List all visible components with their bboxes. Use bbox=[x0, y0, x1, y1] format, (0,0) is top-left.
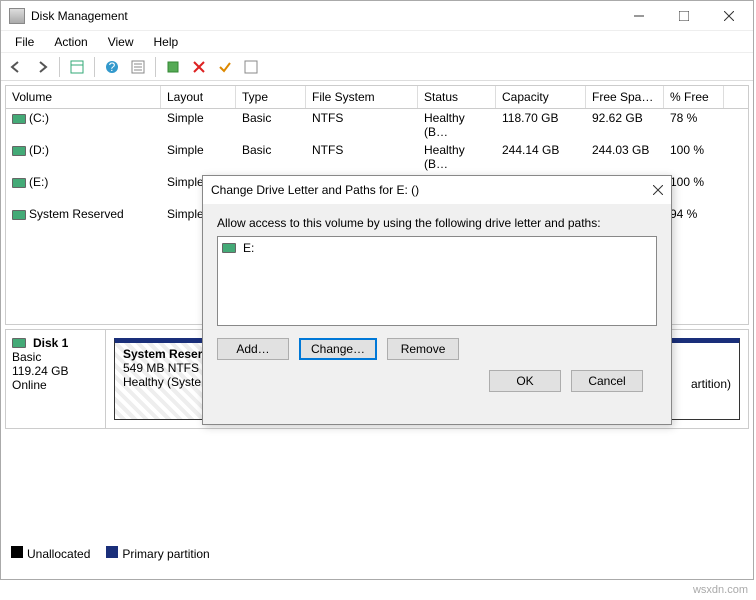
close-button[interactable] bbox=[706, 2, 751, 30]
titlebar: Disk Management bbox=[1, 1, 753, 31]
delete-icon[interactable] bbox=[188, 56, 210, 78]
refresh-icon[interactable] bbox=[162, 56, 184, 78]
table-row[interactable]: (C:)SimpleBasicNTFSHealthy (B…118.70 GB9… bbox=[6, 109, 748, 141]
check-icon[interactable] bbox=[214, 56, 236, 78]
col-capacity[interactable]: Capacity bbox=[496, 86, 586, 108]
minimize-button[interactable] bbox=[616, 2, 661, 30]
legend-unallocated: Unallocated bbox=[27, 547, 90, 561]
menu-view[interactable]: View bbox=[98, 33, 144, 51]
drive-icon bbox=[12, 146, 26, 156]
toolbar: ? bbox=[1, 53, 753, 81]
add-button[interactable]: Add… bbox=[217, 338, 289, 360]
disk-size: 119.24 GB bbox=[12, 364, 99, 378]
menu-help[interactable]: Help bbox=[144, 33, 189, 51]
cancel-button[interactable]: Cancel bbox=[571, 370, 643, 392]
part1-name: System Reser bbox=[123, 347, 202, 361]
watermark: wsxdn.com bbox=[693, 584, 748, 596]
app-icon bbox=[9, 8, 25, 24]
table-row[interactable]: (D:)SimpleBasicNTFSHealthy (B…244.14 GB2… bbox=[6, 141, 748, 173]
dialog-title: Change Drive Letter and Paths for E: () bbox=[211, 183, 653, 197]
disk-type: Basic bbox=[12, 350, 99, 364]
disk-icon bbox=[12, 338, 26, 348]
dialog-paths-list[interactable]: E: bbox=[217, 236, 657, 326]
swatch-unallocated bbox=[11, 546, 23, 558]
disk-label: Disk 1 bbox=[33, 336, 68, 350]
col-fs[interactable]: File System bbox=[306, 86, 418, 108]
maximize-button[interactable] bbox=[661, 2, 706, 30]
dialog-entry: E: bbox=[243, 241, 254, 255]
drive-icon bbox=[222, 243, 236, 253]
back-button[interactable] bbox=[5, 56, 27, 78]
col-layout[interactable]: Layout bbox=[161, 86, 236, 108]
menu-action[interactable]: Action bbox=[44, 33, 97, 51]
col-type[interactable]: Type bbox=[236, 86, 306, 108]
change-drive-letter-dialog: Change Drive Letter and Paths for E: () … bbox=[202, 175, 672, 425]
col-free[interactable]: Free Spa… bbox=[586, 86, 664, 108]
col-volume[interactable]: Volume bbox=[6, 86, 161, 108]
properties-icon[interactable] bbox=[127, 56, 149, 78]
swatch-primary bbox=[106, 546, 118, 558]
col-pfree[interactable]: % Free bbox=[664, 86, 724, 108]
ok-button[interactable]: OK bbox=[489, 370, 561, 392]
svg-text:?: ? bbox=[109, 60, 116, 74]
drive-icon bbox=[12, 178, 26, 188]
disk-info[interactable]: Disk 1 Basic 119.24 GB Online bbox=[6, 330, 106, 428]
list-icon[interactable] bbox=[240, 56, 262, 78]
menu-file[interactable]: File bbox=[5, 33, 44, 51]
window-title: Disk Management bbox=[31, 9, 616, 23]
forward-button[interactable] bbox=[31, 56, 53, 78]
dialog-desc: Allow access to this volume by using the… bbox=[217, 216, 657, 230]
list-header: Volume Layout Type File System Status Ca… bbox=[6, 86, 748, 109]
menubar: File Action View Help bbox=[1, 31, 753, 53]
legend: Unallocated Primary partition bbox=[11, 546, 210, 561]
drive-icon bbox=[12, 210, 26, 220]
change-button[interactable]: Change… bbox=[299, 338, 377, 360]
drive-icon bbox=[12, 114, 26, 124]
remove-button[interactable]: Remove bbox=[387, 338, 459, 360]
dialog-close-button[interactable] bbox=[653, 185, 663, 195]
col-status[interactable]: Status bbox=[418, 86, 496, 108]
view-icon[interactable] bbox=[66, 56, 88, 78]
help-icon[interactable]: ? bbox=[101, 56, 123, 78]
disk-status: Online bbox=[12, 378, 99, 392]
legend-primary: Primary partition bbox=[122, 547, 209, 561]
